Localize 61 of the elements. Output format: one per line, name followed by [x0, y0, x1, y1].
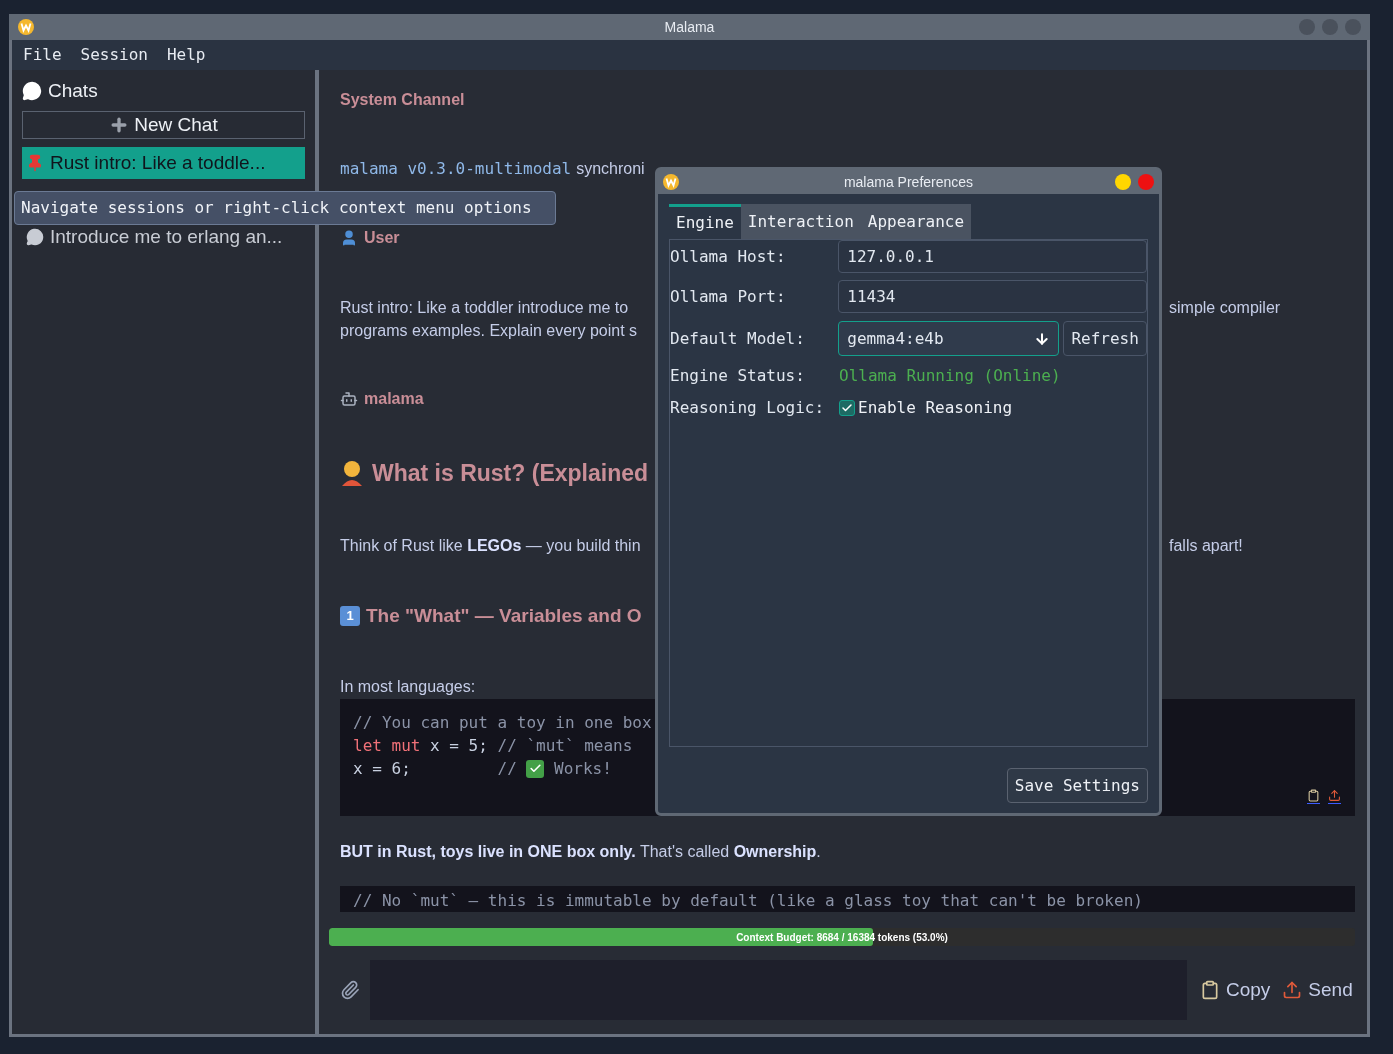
clipboard-icon — [1200, 980, 1220, 1000]
close-button[interactable] — [1138, 174, 1154, 190]
field-label: Ollama Host: — [670, 245, 787, 268]
minimize-button[interactable] — [1115, 174, 1131, 190]
field-label: Engine Status: — [670, 365, 806, 387]
dialog-title: malama Preferences — [843, 172, 974, 192]
send-button[interactable]: Send — [1282, 975, 1353, 1005]
channel-title: System Channel — [340, 90, 465, 110]
field-label: Reasoning Logic: — [670, 397, 826, 419]
sender-name: malama — [364, 389, 424, 409]
sidebar-title: Chats — [48, 78, 98, 103]
message-text: Rust intro: Like a toddler introduce me to — [340, 298, 630, 318]
chat-icon — [22, 81, 42, 101]
code-line: let mut x = 5; // `mut` means — [353, 735, 634, 757]
code-line: // No `mut` — this is immutable by default (like a glass toy that can't be broken) — [353, 890, 1144, 912]
status-text: synchroni — [576, 159, 645, 179]
message-text: In most languages: — [340, 677, 476, 697]
close-button[interactable] — [1345, 19, 1361, 35]
status-value: Ollama Running (Online) — [839, 365, 1061, 387]
subheading: The "What" — Variables and O — [366, 603, 642, 628]
app-logo-icon — [18, 19, 34, 35]
person-icon — [340, 460, 364, 486]
field-label: Ollama Port: — [670, 285, 787, 308]
chat-icon — [26, 228, 44, 246]
app-logo-icon — [663, 174, 679, 190]
heading: What is Rust? (Explained — [372, 458, 649, 488]
menu-item[interactable]: Help — [166, 43, 206, 67]
robot-icon — [340, 390, 358, 408]
new-chat-button[interactable]: New Chat — [22, 111, 305, 139]
tooltip: Navigate sessions or right-click context menu options — [14, 191, 556, 225]
copy-button[interactable]: Copy — [1200, 975, 1271, 1005]
save-settings-button[interactable]: Save Settings — [1006, 768, 1148, 803]
code-line: // You can put a toy in one box — [353, 712, 653, 734]
tab[interactable]: Interaction — [740, 204, 861, 239]
menu-item[interactable]: File — [23, 43, 62, 67]
number-badge: 1 — [340, 606, 360, 626]
host-field[interactable]: 127.0.0.1 — [838, 240, 1147, 273]
message-text: falls apart! — [1169, 536, 1243, 556]
field-label: Default Model: — [670, 327, 806, 350]
message-text: programs examples. Explain every point s — [340, 321, 639, 341]
message-text: simple compiler — [1169, 298, 1281, 318]
tab[interactable]: Appearance — [860, 204, 972, 239]
window-title: Malama — [664, 17, 715, 37]
message-text: Think of Rust like LEGOs — you build thin — [340, 537, 641, 554]
menu-item[interactable]: Session — [80, 43, 148, 67]
chat-list-item[interactable]: Rust intro: Like a toddle... — [22, 147, 305, 179]
sender-name: User — [364, 228, 400, 248]
pin-icon — [26, 154, 44, 172]
user-icon — [340, 229, 358, 247]
refresh-button[interactable]: Refresh — [1063, 321, 1147, 356]
version-code: malama v0.3.0-multimodal — [340, 158, 572, 180]
maximize-button[interactable] — [1322, 19, 1338, 35]
reasoning-checkbox[interactable]: Enable Reasoning — [839, 396, 1013, 420]
model-dropdown[interactable]: gemma4:e4b — [838, 321, 1060, 356]
upload-icon — [1282, 980, 1303, 1000]
port-field[interactable]: 11434 — [838, 280, 1147, 313]
check-icon — [526, 759, 545, 778]
check-icon — [841, 402, 853, 414]
send-code-link[interactable] — [1328, 789, 1341, 804]
message-text: BUT in Rust, toys live in ONE box only. That's called Ownership. — [340, 843, 821, 860]
copy-code-link[interactable] — [1307, 789, 1320, 804]
